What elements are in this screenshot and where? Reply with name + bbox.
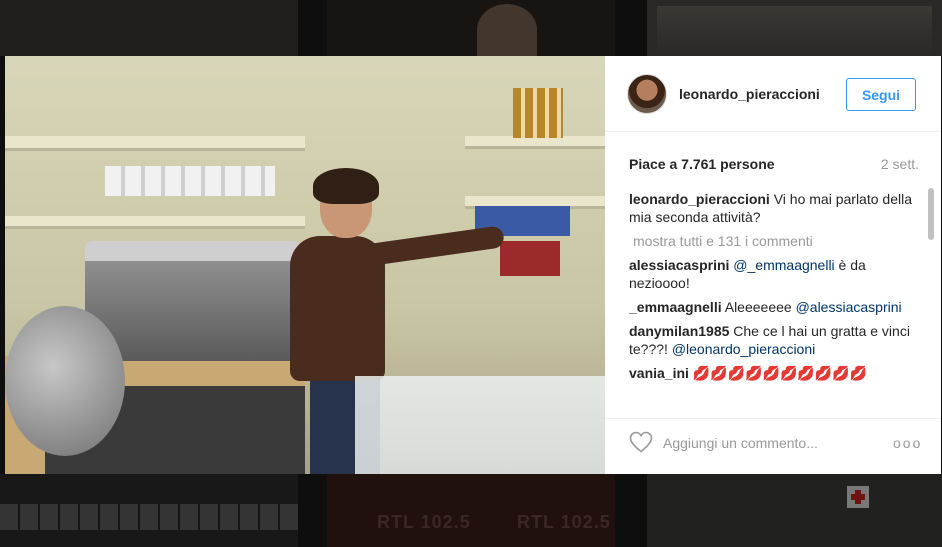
list-item: vania_ini 💋💋💋💋💋💋💋💋💋💋 [629,364,919,382]
comment-username[interactable]: danymilan1985 [629,323,729,339]
list-item: alessiacasprini @_emmaagnelli è da nezio… [629,256,919,292]
comment-text: Aleeeeeee [721,299,796,315]
post-footer: ooo [605,418,941,474]
comment-username[interactable]: vania_ini [629,365,689,381]
post-header: leonardo_pieraccioni Segui [605,56,941,132]
caption-username[interactable]: leonardo_pieraccioni [629,191,770,207]
photo-person-hair [313,168,379,204]
list-item: danymilan1985 Che ce l hai un gratta e v… [629,322,919,358]
post-time[interactable]: 2 sett. [881,156,919,172]
add-comment-input[interactable] [663,433,883,453]
photo-cups [105,166,275,196]
comment-mention[interactable]: @leonardo_pieraccioni [672,341,815,357]
post-photo[interactable] [5,56,605,474]
view-all-comments-link[interactable]: mostra tutti e 131 i commenti [633,232,919,250]
photo-shelf [5,136,305,148]
more-options-icon[interactable]: ooo [893,435,920,451]
heart-icon[interactable] [629,431,653,453]
photo-shelf [465,196,605,206]
avatar[interactable] [627,74,667,114]
comment-mention[interactable]: @alessiacasprini [796,299,902,315]
photo-glass-case [355,376,605,474]
photo-shelf [5,216,305,226]
photo-bottles [513,88,563,138]
post-modal: leonardo_pieraccioni Segui Piace a 7.761… [5,56,941,474]
comment-mention[interactable]: @_emmaagnelli [733,257,834,273]
photo-espresso-machine [85,241,300,361]
caption: leonardo_pieraccioni Vi ho mai parlato d… [629,190,919,226]
comments-list: leonardo_pieraccioni Vi ho mai parlato d… [629,190,919,405]
comment-username[interactable]: alessiacasprini [629,257,729,273]
comment-username[interactable]: _emmaagnelli [629,299,722,315]
photo-slicer [5,306,125,456]
scrollbar-thumb[interactable] [928,188,934,240]
comments-scrollbar[interactable] [927,186,935,404]
likes-row: Piace a 7.761 persone 2 sett. [629,156,919,174]
likes-count[interactable]: Piace a 7.761 persone [629,156,775,172]
list-item: _emmaagnelli Aleeeeeee @alessiacasprini [629,298,919,316]
username-link[interactable]: leonardo_pieraccioni [679,86,820,102]
post-sidebar: leonardo_pieraccioni Segui Piace a 7.761… [605,56,941,474]
photo-red-box [500,241,560,276]
follow-button[interactable]: Segui [846,78,916,111]
comment-text: 💋💋💋💋💋💋💋💋💋💋 [688,365,868,381]
